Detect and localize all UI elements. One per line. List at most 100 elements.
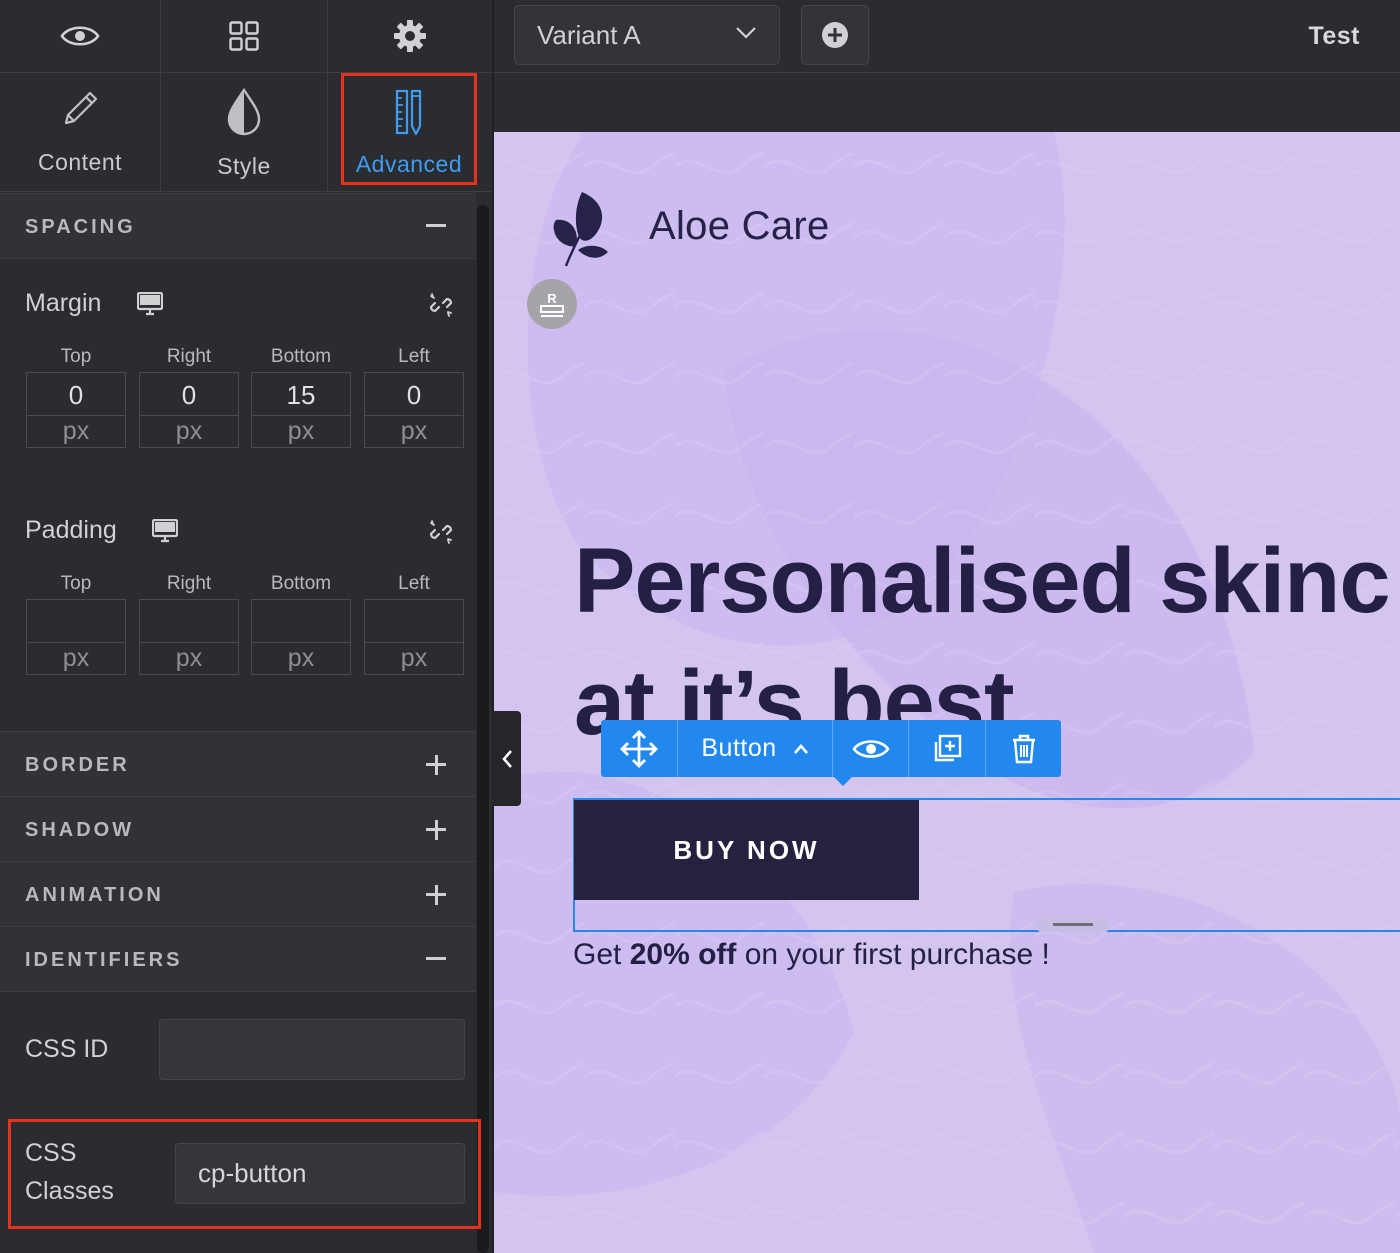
spacing-section-header[interactable]: SPACING (0, 193, 476, 259)
margin-right-field[interactable]: 0 px (139, 372, 239, 448)
padding-title: Padding (25, 516, 117, 544)
shadow-section-header[interactable]: SHADOW (0, 796, 476, 862)
desktop-device-icon[interactable] (137, 292, 163, 316)
padding-top-field[interactable]: px (26, 599, 126, 675)
padding-left-unit[interactable]: px (365, 643, 463, 675)
padding-bottom-unit[interactable]: px (252, 643, 350, 675)
unlink-icon[interactable] (428, 519, 454, 545)
move-arrows-icon (620, 729, 658, 768)
padding-left-field[interactable]: px (364, 599, 464, 675)
editor-topbar: Variant A Test (494, 0, 1400, 73)
plus-circle-icon (822, 22, 848, 48)
tab-advanced-label: Advanced (355, 151, 463, 177)
expand-plus-icon-stem (434, 884, 438, 905)
margin-bottom-field[interactable]: 15 px (251, 372, 351, 448)
margin-left-field[interactable]: 0 px (364, 372, 464, 448)
buy-now-button[interactable]: BUY NOW (574, 800, 919, 900)
promo-text-prefix: Get (573, 938, 630, 971)
tab-content[interactable]: Content (0, 73, 161, 191)
css-id-input[interactable] (159, 1019, 465, 1080)
margin-title: Margin (25, 289, 102, 317)
collapse-minus-icon (426, 224, 446, 227)
tab-style[interactable]: Style (161, 73, 328, 191)
animation-section-title: ANIMATION (25, 884, 164, 906)
trash-icon (1012, 734, 1035, 763)
variant-select-value: Variant A (537, 20, 641, 50)
unlink-icon[interactable] (428, 292, 454, 318)
move-button[interactable] (601, 720, 678, 777)
shadow-section-title: SHADOW (25, 819, 135, 841)
padding-bottom-field[interactable]: px (251, 599, 351, 675)
resize-handle[interactable] (1037, 918, 1109, 932)
margin-left-label: Left (398, 346, 430, 367)
promo-text-suffix: on your first purchase ! (736, 938, 1050, 971)
margin-right-unit[interactable]: px (140, 416, 238, 448)
element-type-dropdown[interactable]: Button (678, 720, 833, 777)
element-type-label: Button (701, 734, 777, 762)
eye-icon (60, 26, 100, 46)
margin-left-unit[interactable]: px (365, 416, 463, 448)
collapse-minus-icon (426, 957, 446, 960)
margin-bottom-label: Bottom (270, 346, 332, 367)
padding-top-value[interactable] (27, 600, 125, 643)
margin-top-field[interactable]: 0 px (26, 372, 126, 448)
tab-advanced[interactable]: Advanced (341, 73, 477, 185)
margin-bottom-value[interactable]: 15 (252, 373, 350, 416)
padding-left-label: Left (398, 573, 430, 594)
ruler-pencil-icon (395, 89, 422, 136)
collapse-sidebar-button[interactable] (492, 711, 521, 806)
sidebar-top-icons (0, 0, 492, 73)
pencil-icon (64, 91, 98, 125)
padding-right-value[interactable] (140, 600, 238, 643)
delete-button[interactable] (986, 720, 1061, 777)
toolbar-caret (833, 776, 853, 786)
svg-text:R: R (547, 291, 557, 306)
margin-right-label: Right (166, 346, 212, 367)
promo-text[interactable]: Get 20% off on your first purchase ! (573, 938, 1050, 972)
duplicate-button[interactable] (909, 720, 986, 777)
padding-bottom-label: Bottom (270, 573, 332, 594)
variant-select[interactable]: Variant A (514, 5, 780, 65)
stamp-icon: R (540, 291, 564, 317)
chevron-down-icon (736, 27, 756, 39)
animation-section-header[interactable]: ANIMATION (0, 861, 476, 927)
sidebar-scrollbar[interactable] (477, 205, 489, 1253)
tab-content-label: Content (37, 149, 123, 175)
padding-right-unit[interactable]: px (140, 643, 238, 675)
padding-bottom-value[interactable] (252, 600, 350, 643)
settings-button[interactable] (328, 0, 492, 72)
tab-style-label: Style (217, 153, 271, 179)
padding-right-label: Right (166, 573, 212, 594)
preview-button[interactable] (0, 0, 161, 72)
identifiers-section-header[interactable]: IDENTIFIERS (0, 926, 476, 992)
add-variant-button[interactable] (801, 5, 869, 65)
identifiers-section-title: IDENTIFIERS (25, 949, 183, 971)
chevron-up-icon (793, 743, 808, 754)
padding-top-label: Top (60, 573, 92, 594)
element-toolbar: Button (601, 720, 1061, 786)
editor-sidebar: Content Style Advanced SPACING Margin To… (0, 0, 492, 1253)
padding-right-field[interactable]: px (139, 599, 239, 675)
padding-left-value[interactable] (365, 600, 463, 643)
border-section-title: BORDER (25, 754, 130, 776)
layout-button[interactable] (161, 0, 328, 72)
grid-icon (229, 21, 259, 51)
promo-text-discount: 20% off (629, 938, 737, 971)
aloe-leaf-logo-icon (553, 192, 608, 267)
expand-plus-icon-stem (434, 754, 438, 775)
desktop-device-icon[interactable] (152, 519, 178, 543)
page-canvas: Aloe Care R Personalised skinc at it’s b… (494, 132, 1400, 1253)
margin-top-value[interactable]: 0 (27, 373, 125, 416)
margin-left-value[interactable]: 0 (365, 373, 463, 416)
chevron-left-icon (501, 749, 512, 768)
margin-right-value[interactable]: 0 (140, 373, 238, 416)
test-button[interactable]: Test (1308, 22, 1360, 51)
margin-bottom-unit[interactable]: px (252, 416, 350, 448)
padding-top-unit[interactable]: px (27, 643, 125, 675)
gear-icon (394, 20, 426, 52)
revision-badge[interactable]: R (527, 279, 577, 329)
css-id-label: CSS ID (25, 1035, 109, 1063)
visibility-button[interactable] (833, 720, 909, 777)
border-section-header[interactable]: BORDER (0, 731, 476, 797)
margin-top-unit[interactable]: px (27, 416, 125, 448)
